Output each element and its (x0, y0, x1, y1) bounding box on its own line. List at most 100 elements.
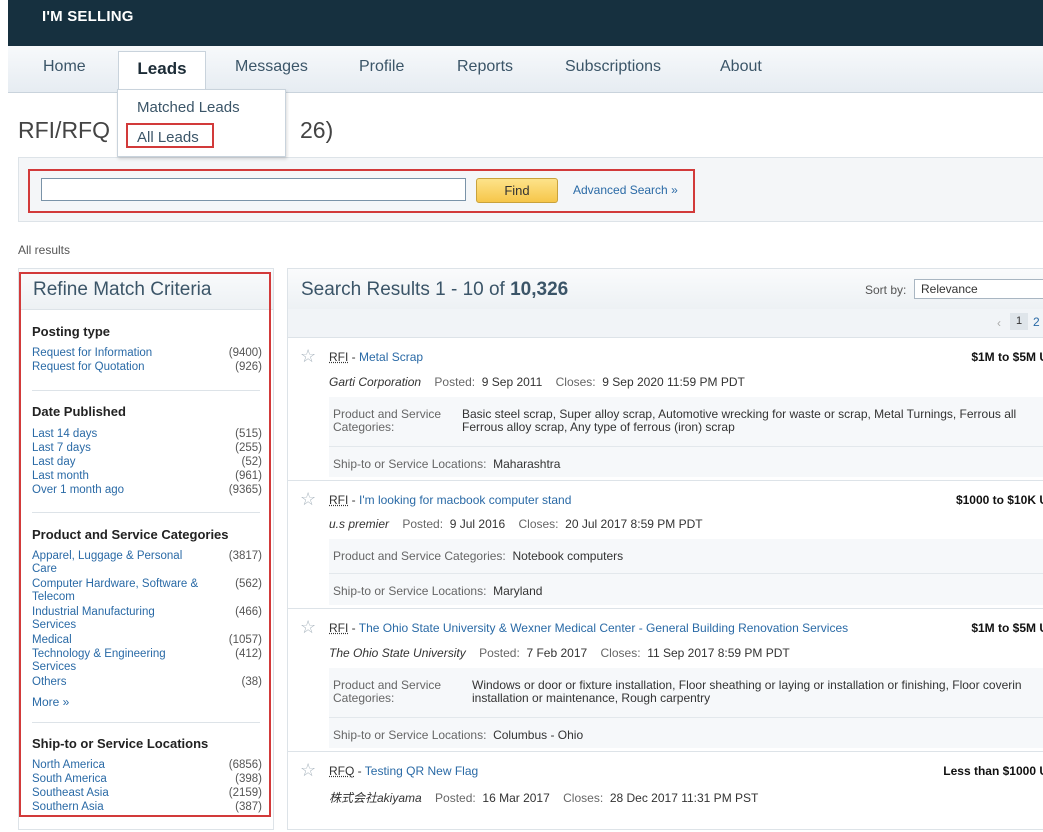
sidebar-highlight-box (19, 272, 271, 817)
sort-label: Sort by: (865, 283, 907, 297)
tab-home[interactable]: Home (43, 58, 86, 76)
categories-value: Ferrous alloy scrap, Any type of ferrous… (462, 420, 735, 434)
result-meta: 株式会社akiyama Posted: 16 Mar 2017 Closes: … (329, 789, 758, 806)
result-link[interactable]: I'm looking for macbook computer stand (359, 493, 571, 507)
result-meta: u.s premier Posted: 9 Jul 2016 Closes: 2… (329, 517, 703, 531)
company-name: 株式会社akiyama (329, 791, 422, 805)
posted-date: 16 Mar 2017 (482, 791, 550, 805)
results-total: 10,326 (510, 279, 569, 300)
breadcrumb: All results (18, 243, 71, 257)
result-link[interactable]: The Ohio State University & Wexner Medic… (359, 621, 848, 635)
tab-reports[interactable]: Reports (457, 58, 513, 76)
closes-date: 20 Jul 2017 8:59 PM PDT (565, 517, 703, 531)
leads-dropdown-menu: Matched Leads All Leads (117, 89, 286, 157)
tab-subscriptions[interactable]: Subscriptions (565, 58, 661, 76)
posted-label: Posted: (434, 375, 476, 389)
posted-label: Posted: (435, 791, 476, 805)
result-title[interactable]: RFI - I'm looking for macbook computer s… (329, 493, 571, 507)
find-button[interactable]: Find (476, 178, 558, 203)
locations-value: Columbus - Ohio (493, 728, 584, 742)
posted-label: Posted: (479, 646, 520, 660)
result-details: Product and Service Categories: Basic st… (329, 397, 1043, 477)
top-bar: I'M SELLING (8, 0, 1043, 46)
tab-messages[interactable]: Messages (235, 58, 308, 76)
result-details: Product and Service Categories: Notebook… (329, 539, 1043, 605)
tab-leads[interactable]: Leads (118, 51, 206, 94)
locations-value: Maharashtra (493, 457, 561, 471)
result-link[interactable]: Metal Scrap (359, 350, 423, 364)
locations-label: Ship-to or Service Locations: (333, 728, 487, 742)
result-item: ☆ RFI - Metal Scrap $1M to $5M U Garti C… (288, 338, 1043, 481)
star-icon[interactable]: ☆ (300, 489, 316, 510)
result-price: $1M to $5M U (971, 350, 1043, 364)
closes-date: 11 Sep 2017 8:59 PM PDT (647, 646, 790, 660)
locations-label: Ship-to or Service Locations: (333, 584, 487, 598)
categories-label: Product and Service Categories: (333, 678, 442, 705)
closes-date: 9 Sep 2020 11:59 PM PDT (602, 375, 745, 389)
result-item: ☆ RFI - I'm looking for macbook computer… (288, 481, 1043, 609)
menu-item-all-leads[interactable]: All Leads (126, 123, 214, 148)
page-title-suffix: 26) (300, 117, 334, 143)
main-nav: Home Leads Messages Profile Reports Subs… (8, 46, 1043, 94)
tab-profile[interactable]: Profile (359, 58, 404, 76)
page-title-prefix: RFI/RFQ (18, 117, 110, 143)
posted-date: 9 Sep 2011 (481, 375, 543, 389)
locations-line: Ship-to or Service Locations: Maryland (333, 584, 542, 598)
company-name: Garti Corporation (329, 375, 422, 389)
star-icon[interactable]: ☆ (300, 617, 316, 638)
sort-select[interactable]: Relevance (914, 279, 1043, 299)
result-price: $1M to $5M U (971, 621, 1043, 635)
result-item: ☆ RFQ - Testing QR New Flag Less than $1… (288, 752, 1043, 832)
results-title-text: Search Results 1 - 10 of (301, 279, 511, 300)
posted-date: 9 Jul 2016 (449, 517, 506, 531)
locations-line: Ship-to or Service Locations: Maharashtr… (333, 457, 560, 471)
page-title: RFI/RFQ 26) (18, 117, 333, 144)
result-link[interactable]: Testing QR New Flag (365, 764, 478, 778)
result-title[interactable]: RFQ - Testing QR New Flag (329, 764, 478, 778)
result-meta: The Ohio State University Posted: 7 Feb … (329, 646, 790, 660)
prev-page-icon[interactable]: ‹ (997, 316, 1001, 330)
results-title: Search Results 1 - 10 of 10,326 (301, 279, 568, 301)
brand-title: I'M SELLING (42, 8, 134, 25)
company-name: u.s premier (329, 517, 390, 531)
result-type: RFI (329, 493, 349, 507)
divider (329, 573, 1043, 574)
result-meta: Garti Corporation Posted: 9 Sep 2011 Clo… (329, 375, 745, 389)
results-header: Search Results 1 - 10 of 10,326 Sort by:… (288, 269, 1043, 310)
closes-date: 28 Dec 2017 11:31 PM PST (609, 791, 759, 805)
result-price: Less than $1000 U (943, 764, 1043, 778)
closes-label: Closes: (563, 791, 604, 805)
advanced-search-link[interactable]: Advanced Search » (573, 183, 678, 197)
result-item: ☆ RFI - The Ohio State University & Wexn… (288, 609, 1043, 752)
categories-line: Product and Service Categories: Notebook… (333, 549, 623, 563)
closes-label: Closes: (555, 375, 596, 389)
result-price: $1000 to $10K U (955, 493, 1043, 507)
current-page: 1 (1010, 313, 1028, 330)
menu-item-matched-leads[interactable]: Matched Leads (137, 99, 240, 116)
search-input[interactable] (41, 178, 466, 201)
categories-label: Product and Service Categories: (333, 407, 442, 434)
result-title[interactable]: RFI - Metal Scrap (329, 350, 423, 364)
closes-label: Closes: (600, 646, 641, 660)
tab-about[interactable]: About (720, 58, 762, 76)
divider (329, 717, 1043, 718)
results-panel: Search Results 1 - 10 of 10,326 Sort by:… (287, 268, 1043, 830)
result-type: RFI (329, 350, 349, 364)
divider (329, 446, 1043, 447)
star-icon[interactable]: ☆ (300, 760, 316, 781)
company-name: The Ohio State University (329, 646, 466, 660)
categories-value: Notebook computers (512, 549, 624, 563)
closes-label: Closes: (518, 517, 559, 531)
categories-value: installation or maintenance, Rough carpe… (472, 691, 711, 705)
page-link[interactable]: 2 (1033, 315, 1040, 329)
locations-label: Ship-to or Service Locations: (333, 457, 487, 471)
categories-label: Product and Service Categories: (333, 549, 506, 563)
locations-line: Ship-to or Service Locations: Columbus -… (333, 728, 583, 742)
result-details: Product and Service Categories: Windows … (329, 668, 1043, 748)
locations-value: Maryland (493, 584, 543, 598)
star-icon[interactable]: ☆ (300, 346, 316, 367)
result-type: RFQ (329, 764, 355, 778)
posted-date: 7 Feb 2017 (526, 646, 588, 660)
result-title[interactable]: RFI - The Ohio State University & Wexner… (329, 621, 848, 635)
result-type: RFI (329, 621, 349, 635)
